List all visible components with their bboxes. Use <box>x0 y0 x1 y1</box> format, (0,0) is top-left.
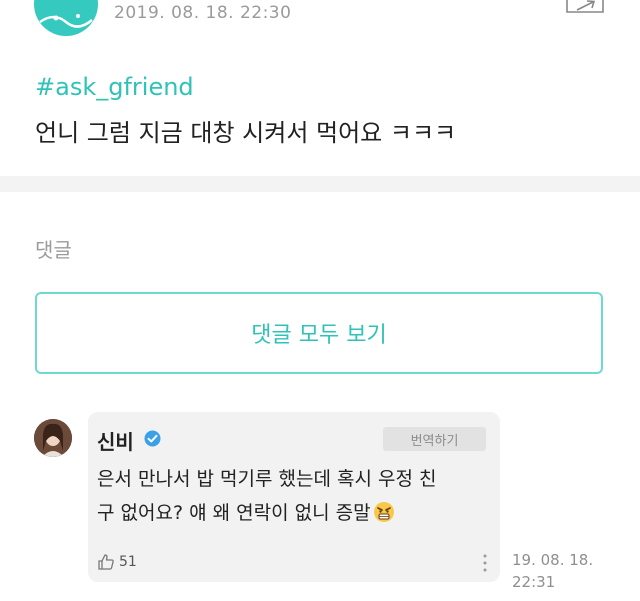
view-all-comments-label: 댓글 모두 보기 <box>251 323 387 348</box>
post-timestamp: 2019. 08. 18. 22:30 <box>114 3 292 23</box>
comment-text-line-2: 구 없어요? 얘 왜 연락이 없니 증말 <box>97 498 395 525</box>
like-count: 51 <box>119 554 137 570</box>
comment-time-of-day: 22:31 <box>512 573 556 591</box>
verified-badge-icon <box>144 430 161 447</box>
comments-section-title: 댓글 <box>35 238 72 262</box>
share-icon[interactable] <box>563 0 607 18</box>
translate-button-label: 번역하기 <box>410 433 459 449</box>
section-divider <box>0 176 640 192</box>
more-vertical-icon[interactable] <box>481 552 489 574</box>
comment-timestamp: 19. 08. 18. 22:31 <box>512 549 622 593</box>
translate-button[interactable]: 번역하기 <box>383 427 486 451</box>
comment-author-avatar[interactable] <box>34 419 72 457</box>
comment-text-line-1: 은서 만나서 밥 먹기루 했는데 혹시 우정 친 <box>97 468 437 490</box>
post-body-text: 언니 그럼 지금 대창 시켜서 먹어요 ㅋㅋㅋ <box>35 119 457 147</box>
angry-face-emoji-icon <box>373 501 395 523</box>
comment-date: 19. 08. 18. <box>512 551 594 569</box>
post-author-avatar[interactable] <box>34 0 98 36</box>
view-all-comments-button[interactable]: 댓글 모두 보기 <box>35 292 603 374</box>
comment-text-line-2-content: 구 없어요? 얘 왜 연락이 없니 증말 <box>97 502 371 524</box>
post-hashtag[interactable]: #ask_gfriend <box>35 73 194 101</box>
thumbs-up-icon[interactable] <box>97 553 115 571</box>
comment-author-name[interactable]: 신비 <box>97 426 134 455</box>
